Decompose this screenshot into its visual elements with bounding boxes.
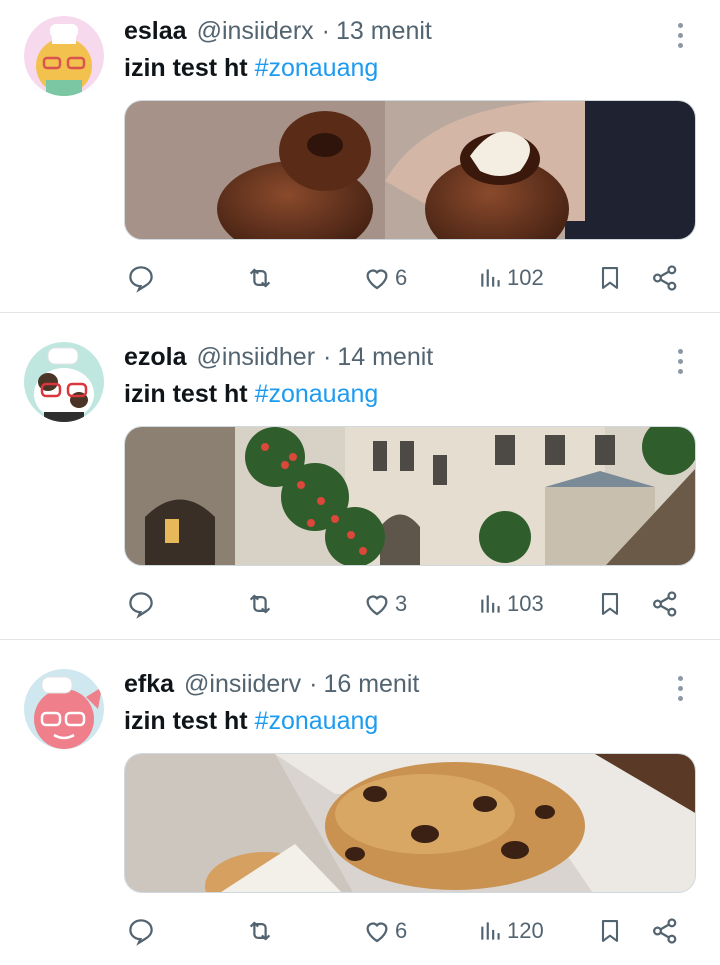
retweet-icon [249,268,271,288]
reply-icon [129,592,153,619]
hashtag-link[interactable]: #zonauang [255,707,379,735]
tweet-media[interactable] [124,100,696,240]
heart-icon [366,922,388,943]
tweet-body: izin test ht [124,54,248,82]
more-options-icon[interactable] [668,346,692,376]
retweet-button[interactable] [244,258,276,298]
views-button[interactable]: 120 [478,911,544,951]
heart-icon [366,269,388,290]
avatar[interactable] [24,342,104,422]
analytics-icon [481,269,500,287]
reply-button[interactable] [126,258,156,298]
bookmark-icon [601,267,619,289]
tweet-header: ezola @insiidher · 14 menit [124,340,433,374]
action-bar: 6 102 [0,258,720,298]
share-icon [652,918,677,944]
share-icon [652,591,677,617]
like-button[interactable]: 6 [362,911,407,951]
heart-icon [366,595,388,616]
share-button[interactable] [650,258,680,298]
retweet-button[interactable] [244,584,276,624]
retweet-icon [249,921,271,941]
view-count: 103 [507,591,544,616]
tweet[interactable]: eslaa @insiiderx · 13 menit izin test ht… [0,0,720,312]
view-count: 102 [507,265,544,290]
tweet-header: efka @insiiderv · 16 menit [124,667,419,701]
hashtag-link[interactable]: #zonauang [255,54,379,82]
tweet[interactable]: efka @insiiderv · 16 menit izin test ht … [0,653,720,965]
bookmark-button[interactable] [596,584,624,624]
action-bar: 6 120 [0,911,720,951]
retweet-button[interactable] [244,911,276,951]
tweet-body: izin test ht [124,380,248,408]
bookmark-icon [601,593,619,615]
tweet-text: izin test ht #zonauang [124,54,378,83]
avatar[interactable] [24,16,104,96]
analytics-icon [481,922,500,940]
tweet-media[interactable] [124,426,696,566]
separator-dot: · [323,342,332,371]
reply-button[interactable] [126,911,156,951]
share-icon [652,265,677,291]
retweet-icon [249,594,271,614]
timestamp[interactable]: 14 menit [337,343,433,372]
like-count: 6 [395,265,408,290]
display-name[interactable]: efka [124,670,174,699]
action-bar: 3 103 [0,584,720,624]
avatar[interactable] [24,669,104,749]
username[interactable]: @insiidher [197,343,315,372]
reply-icon [129,266,153,293]
share-button[interactable] [650,911,680,951]
timestamp[interactable]: 13 menit [336,17,432,46]
tweet-header: eslaa @insiiderx · 13 menit [124,14,432,48]
tweet-media[interactable] [124,753,696,893]
timestamp[interactable]: 16 menit [323,670,419,699]
like-count: 3 [395,591,408,616]
chocolate-dessert-photo-icon [125,101,695,239]
reply-icon [129,919,153,946]
share-button[interactable] [650,584,680,624]
like-button[interactable]: 3 [362,584,407,624]
like-count: 6 [395,918,408,943]
tweet-body: izin test ht [124,707,248,735]
display-name[interactable]: eslaa [124,17,187,46]
separator-dot: · [321,16,330,45]
views-button[interactable]: 103 [478,584,544,624]
cookies-box-photo-icon [125,754,695,892]
views-button[interactable]: 102 [478,258,544,298]
tweet-divider [0,312,720,313]
tweet-text: izin test ht #zonauang [124,707,378,736]
username[interactable]: @insiiderv [184,670,301,699]
tweet-text: izin test ht #zonauang [124,380,378,409]
more-options-icon[interactable] [668,20,692,50]
more-options-icon[interactable] [668,673,692,703]
username[interactable]: @insiiderx [197,17,314,46]
bookmark-button[interactable] [596,258,624,298]
tweet[interactable]: ezola @insiidher · 14 menit izin test ht… [0,326,720,638]
view-count: 120 [507,918,544,943]
analytics-icon [481,595,500,613]
building-flowers-photo-icon [125,427,695,565]
hashtag-link[interactable]: #zonauang [255,380,379,408]
tweet-divider [0,639,720,640]
like-button[interactable]: 6 [362,258,407,298]
reply-button[interactable] [126,584,156,624]
separator-dot: · [309,669,318,698]
display-name[interactable]: ezola [124,343,187,372]
bookmark-icon [601,920,619,942]
bookmark-button[interactable] [596,911,624,951]
